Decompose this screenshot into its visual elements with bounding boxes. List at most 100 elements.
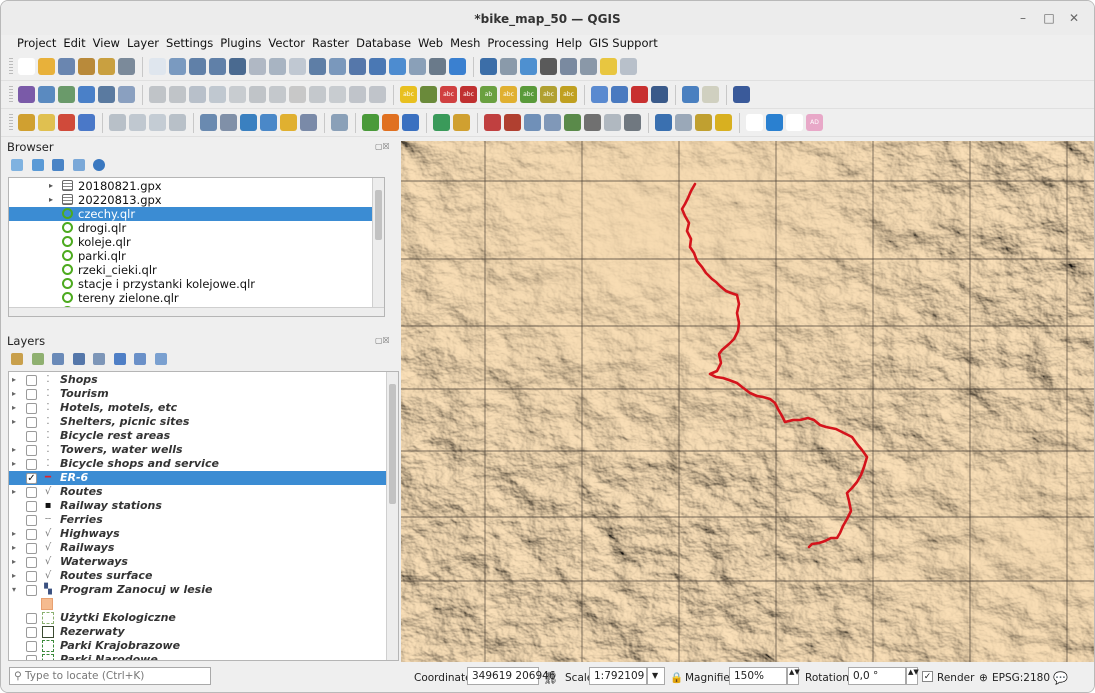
- toolbar-overflow-icon[interactable]: [746, 114, 763, 131]
- rotation-spin-icon[interactable]: ▲▼: [906, 667, 919, 685]
- expand-arrow-icon[interactable]: ▸: [12, 401, 16, 415]
- scale-dropdown-chevron-icon[interactable]: ▼: [647, 667, 665, 685]
- delete-icon[interactable]: [269, 86, 286, 103]
- label-highlight-icon[interactable]: abc: [460, 86, 477, 103]
- zoom-last-icon[interactable]: [309, 58, 326, 75]
- expand-arrow-icon[interactable]: ▸: [49, 193, 53, 207]
- zoom-layer-icon[interactable]: [249, 58, 266, 75]
- zoom-tool-2-icon[interactable]: [544, 114, 561, 131]
- menu-edit[interactable]: Edit: [63, 35, 85, 52]
- layer-visibility-checkbox[interactable]: [26, 627, 37, 638]
- expand-arrow-icon[interactable]: ▸: [12, 373, 16, 387]
- wms-icon[interactable]: [402, 114, 419, 131]
- expand-arrow-icon[interactable]: ▸: [12, 457, 16, 471]
- layer-item[interactable]: ▪ Railway stations: [9, 499, 389, 513]
- deselect-icon[interactable]: [38, 114, 55, 131]
- statistics-sigma-icon[interactable]: [540, 58, 557, 75]
- search-icon[interactable]: [620, 58, 637, 75]
- browser-item[interactable]: rzeki_cieki.qlr: [9, 263, 384, 277]
- menu-layer[interactable]: Layer: [127, 35, 159, 52]
- add-feature-icon[interactable]: [209, 86, 226, 103]
- layer-item[interactable]: Parki Krajobrazowe: [9, 639, 389, 653]
- plugin-atlas-icon[interactable]: [651, 86, 668, 103]
- layer-item[interactable]: ▸ ⁚ Shops: [9, 373, 389, 387]
- layer-visibility-checkbox[interactable]: [26, 571, 37, 582]
- crs-globe-icon[interactable]: ⊕: [979, 670, 988, 686]
- label-pin-icon[interactable]: abc: [440, 86, 457, 103]
- layer-visibility-checkbox[interactable]: [26, 613, 37, 624]
- add-selected-icon[interactable]: [11, 159, 23, 171]
- modify-attributes-icon[interactable]: [249, 86, 266, 103]
- save-edits-icon[interactable]: [189, 86, 206, 103]
- filter-legend-icon[interactable]: [72, 353, 85, 365]
- expand-all-icon[interactable]: [113, 353, 126, 365]
- expand-arrow-icon[interactable]: ▸: [12, 569, 16, 583]
- zoom-tool-icon[interactable]: [524, 114, 541, 131]
- layer-visibility-checkbox[interactable]: [26, 431, 37, 442]
- settings-gear-icon[interactable]: [520, 58, 537, 75]
- remove-layer-icon[interactable]: [154, 353, 167, 365]
- zoom-out-icon[interactable]: [209, 58, 226, 75]
- browser-item[interactable]: ▸ 20180821.gpx: [9, 179, 384, 193]
- map-themes-icon[interactable]: [52, 353, 64, 365]
- layer-visibility-checkbox[interactable]: [26, 585, 37, 596]
- undo-icon[interactable]: [349, 86, 366, 103]
- expand-arrow-icon[interactable]: ▸: [49, 179, 53, 193]
- layers-vertical-scrollbar[interactable]: [386, 372, 398, 660]
- layer-item[interactable]: Rezerwaty: [9, 625, 389, 639]
- minimize-button[interactable]: –: [1014, 9, 1032, 27]
- open-table-icon[interactable]: [560, 58, 577, 75]
- layer-visibility-checkbox[interactable]: [26, 487, 37, 498]
- globe-icon[interactable]: [584, 114, 601, 131]
- zoom-selection-icon[interactable]: [269, 58, 286, 75]
- plugin-pin-icon[interactable]: [504, 114, 521, 131]
- menu-database[interactable]: Database: [356, 35, 411, 52]
- collapse-all-icon[interactable]: [72, 159, 85, 171]
- browser-horizontal-scrollbar[interactable]: [9, 307, 384, 316]
- open-project-icon[interactable]: [38, 58, 55, 75]
- expand-arrow-icon[interactable]: ▸: [12, 541, 16, 555]
- menu-gis-support[interactable]: GIS Support: [589, 35, 658, 52]
- zoom-next-icon[interactable]: [329, 58, 346, 75]
- layer-visibility-checkbox[interactable]: [26, 417, 37, 428]
- add-mesh-icon[interactable]: [118, 86, 135, 103]
- layer-visibility-checkbox[interactable]: [26, 501, 37, 512]
- layer-visibility-checkbox[interactable]: [26, 655, 37, 660]
- close-button[interactable]: ✕: [1065, 9, 1083, 27]
- redo-icon[interactable]: [369, 86, 386, 103]
- new-shapefile-icon[interactable]: [58, 86, 75, 103]
- plugin-globe-2-icon[interactable]: [611, 86, 628, 103]
- annotation-icon[interactable]: [600, 58, 617, 75]
- select-by-value-icon[interactable]: [58, 114, 75, 131]
- pan-to-selection-icon[interactable]: [169, 58, 186, 75]
- layer-item[interactable]: ▸ ⁚ Tourism: [9, 387, 389, 401]
- expand-arrow-icon[interactable]: ▸: [12, 485, 16, 499]
- layer-item[interactable]: Użytki Ekologiczne: [9, 611, 389, 625]
- text-tool-icon[interactable]: [300, 114, 317, 131]
- plugin-cube-2-icon[interactable]: [715, 114, 732, 131]
- save-project-icon[interactable]: [58, 58, 75, 75]
- label-move-icon[interactable]: ab: [480, 86, 497, 103]
- plugin-image-icon[interactable]: [702, 86, 719, 103]
- text-annotation-icon[interactable]: [200, 114, 217, 131]
- lock-scale-icon[interactable]: 🔒: [670, 670, 683, 686]
- python-console-icon[interactable]: [682, 86, 699, 103]
- layer-visibility-checkbox[interactable]: [26, 515, 37, 526]
- plugin-tool-icon[interactable]: [453, 114, 470, 131]
- browser-tree[interactable]: ▸ 20180821.gpx ▸ 20220813.gpx czechy.qlr drog…: [8, 177, 385, 317]
- layer-visibility-checkbox[interactable]: [26, 543, 37, 554]
- layer-visibility-checkbox[interactable]: [26, 459, 37, 470]
- layer-item[interactable]: ▾ ▚ Program Zanocuj w lesie: [9, 583, 389, 597]
- add-raster-icon[interactable]: [98, 86, 115, 103]
- map-tips-icon[interactable]: [409, 58, 426, 75]
- toolbar-grip-handle[interactable]: [9, 86, 13, 104]
- stats-summary-icon[interactable]: [129, 114, 146, 131]
- layer-visibility-checkbox[interactable]: [26, 529, 37, 540]
- menu-processing[interactable]: Processing: [487, 35, 548, 52]
- label-rotate-icon[interactable]: abc: [500, 86, 517, 103]
- label-change-icon[interactable]: abc: [520, 86, 537, 103]
- layer-item[interactable]: Parki Narodowe: [9, 653, 389, 660]
- collapse-all-icon[interactable]: [134, 353, 146, 365]
- field-calculator-icon[interactable]: [78, 114, 95, 131]
- layer-labeling-icon[interactable]: [420, 86, 437, 103]
